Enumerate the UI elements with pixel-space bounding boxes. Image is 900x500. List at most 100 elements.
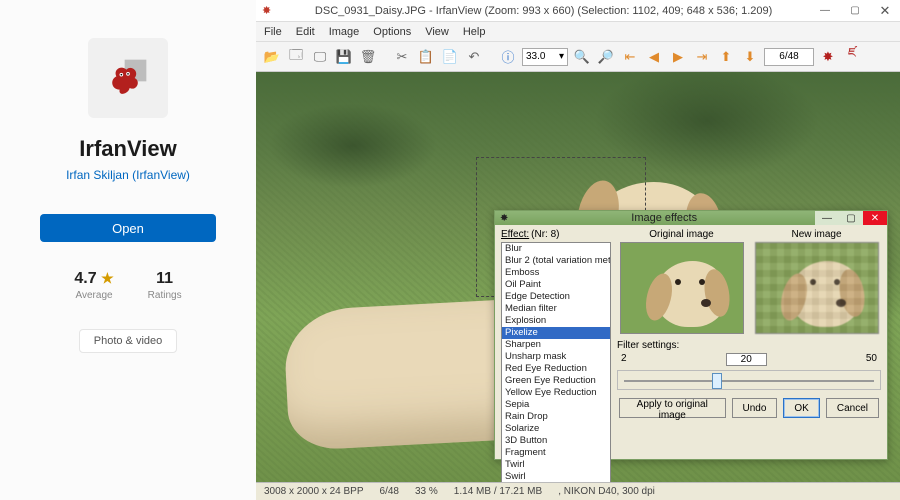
- effect-item[interactable]: 3D Button: [502, 435, 610, 447]
- chevron-down-icon: ▾: [559, 51, 564, 62]
- info-icon[interactable]: ⓘ: [498, 47, 518, 67]
- ratings-count-stat[interactable]: 11 Ratings: [148, 270, 182, 301]
- status-camera: , NIKON D40, 300 dpi: [558, 486, 655, 497]
- menu-help[interactable]: Help: [463, 26, 486, 38]
- window-title: DSC_0931_Daisy.JPG - IrfanView (Zoom: 99…: [277, 5, 810, 17]
- store-panel: IrfanView Irfan Skiljan (IrfanView) Open…: [0, 0, 256, 500]
- effect-item[interactable]: Explosion: [502, 315, 610, 327]
- rating-label: Average: [74, 290, 113, 301]
- app-publisher[interactable]: Irfan Skiljan (IrfanView): [66, 168, 190, 182]
- effect-item[interactable]: Blur: [502, 243, 610, 255]
- open-button[interactable]: Open: [40, 214, 216, 242]
- ok-button[interactable]: OK: [783, 398, 819, 418]
- maximize-button[interactable]: ▢: [840, 2, 870, 20]
- dialog-maximize-button[interactable]: ▢: [839, 211, 863, 225]
- prev-dir-icon[interactable]: ⬆: [716, 47, 736, 67]
- slider-thumb[interactable]: [712, 373, 722, 389]
- copy-icon[interactable]: 📋: [416, 47, 436, 67]
- status-filesize: 1.14 MB / 17.21 MB: [454, 486, 542, 497]
- close-button[interactable]: ✕: [870, 2, 900, 20]
- effect-item[interactable]: Fragment: [502, 447, 610, 459]
- star-icon: ★: [101, 270, 114, 286]
- category-badge[interactable]: Photo & video: [79, 329, 178, 353]
- effect-item[interactable]: Yellow Eye Reduction: [502, 387, 610, 399]
- menu-image[interactable]: Image: [329, 26, 360, 38]
- new-preview: [755, 242, 879, 334]
- prev-icon[interactable]: ◀: [644, 47, 664, 67]
- original-preview: [620, 242, 744, 334]
- app-splat-icon: ✸: [262, 4, 271, 17]
- effect-label: Effect: (Nr: 8): [501, 229, 611, 240]
- apply-to-original-button[interactable]: Apply to original image: [619, 398, 726, 418]
- zoom-in-icon[interactable]: 🔎: [596, 47, 616, 67]
- rating-stat[interactable]: 4.7 ★ Average: [74, 270, 113, 301]
- new-image-label: New image: [791, 229, 841, 240]
- next-page-icon[interactable]: ⇥: [692, 47, 712, 67]
- thumbnails-icon[interactable]: 🗔: [286, 47, 306, 67]
- cancel-button[interactable]: Cancel: [826, 398, 879, 418]
- app-name: IrfanView: [79, 136, 176, 162]
- menu-edit[interactable]: Edit: [296, 26, 315, 38]
- cut-icon[interactable]: ✂: [392, 47, 412, 67]
- effect-item[interactable]: Emboss: [502, 267, 610, 279]
- filter-slider[interactable]: [617, 370, 881, 390]
- slideshow-icon[interactable]: 🖵: [310, 47, 330, 67]
- effect-item[interactable]: Red Eye Reduction: [502, 363, 610, 375]
- undo-icon[interactable]: ↶: [464, 47, 484, 67]
- ratings-count-label: Ratings: [148, 290, 182, 301]
- effects-listbox[interactable]: BlurBlur 2 (total variation method)Embos…: [501, 242, 611, 482]
- effect-item[interactable]: Unsharp mask: [502, 351, 610, 363]
- open-icon[interactable]: 📂: [262, 47, 282, 67]
- stats-row: 4.7 ★ Average 11 Ratings: [74, 270, 181, 301]
- slider-value-field[interactable]: 20: [726, 353, 767, 366]
- effect-item[interactable]: Solarize: [502, 423, 610, 435]
- menu-options[interactable]: Options: [373, 26, 411, 38]
- original-image-label: Original image: [649, 229, 713, 240]
- effect-item[interactable]: Green Eye Reduction: [502, 375, 610, 387]
- menu-file[interactable]: File: [264, 26, 282, 38]
- dialog-splat-icon: ✸: [500, 213, 508, 224]
- effect-item[interactable]: Rain Drop: [502, 411, 610, 423]
- dialog-titlebar[interactable]: ✸ Image effects — ▢ ✕: [495, 211, 887, 225]
- save-icon[interactable]: 💾: [334, 47, 354, 67]
- zoom-out-icon[interactable]: 🔍: [572, 47, 592, 67]
- image-canvas[interactable]: ✸ Image effects — ▢ ✕ Effect: (Nr: 8) Bl…: [256, 72, 900, 482]
- slider-max: 50: [866, 353, 877, 366]
- effect-item[interactable]: Blur 2 (total variation method): [502, 255, 610, 267]
- next-dir-icon[interactable]: ⬇: [740, 47, 760, 67]
- effect-item[interactable]: Edge Detection: [502, 291, 610, 303]
- filter-settings-label: Filter settings:: [617, 340, 881, 351]
- image-effects-dialog: ✸ Image effects — ▢ ✕ Effect: (Nr: 8) Bl…: [494, 210, 888, 460]
- menu-view[interactable]: View: [425, 26, 449, 38]
- effect-item[interactable]: Sharpen: [502, 339, 610, 351]
- toolbar: 📂 🗔 🖵 💾 🗑 ✂ 📋 📄 ↶ ⓘ 33.0▾ 🔍 🔎 ⇤ ◀ ▶ ⇥ ⬆ …: [256, 42, 900, 72]
- dialog-minimize-button[interactable]: —: [815, 211, 839, 225]
- minimize-button[interactable]: —: [810, 2, 840, 20]
- status-dimensions: 3008 x 2000 x 24 BPP: [264, 486, 364, 497]
- dialog-title: Image effects: [513, 212, 815, 224]
- zoom-select[interactable]: 33.0▾: [522, 48, 568, 66]
- effect-item[interactable]: Median filter: [502, 303, 610, 315]
- prev-page-icon[interactable]: ⇤: [620, 47, 640, 67]
- app-icon-tile: [88, 38, 168, 118]
- effect-item[interactable]: Twirl: [502, 459, 610, 471]
- undo-button[interactable]: Undo: [732, 398, 778, 418]
- rating-value: 4.7: [74, 270, 96, 287]
- slider-min: 2: [621, 353, 627, 366]
- image-index-field[interactable]: 6/48: [764, 48, 814, 66]
- effect-item[interactable]: Swirl: [502, 471, 610, 482]
- next-icon[interactable]: ▶: [668, 47, 688, 67]
- paste-icon[interactable]: 📄: [440, 47, 460, 67]
- menubar: File Edit Image Options View Help: [256, 22, 900, 42]
- effect-item[interactable]: Sepia: [502, 399, 610, 411]
- statusbar: 3008 x 2000 x 24 BPP 6/48 33 % 1.14 MB /…: [256, 482, 900, 500]
- irfanview-splat-icon: [103, 53, 153, 103]
- delete-icon[interactable]: 🗑: [358, 47, 378, 67]
- about-splat-icon[interactable]: ✸: [818, 47, 838, 67]
- dialog-close-button[interactable]: ✕: [863, 211, 887, 225]
- about-cat-icon[interactable]: ཛ: [842, 47, 862, 67]
- effect-item[interactable]: Oil Paint: [502, 279, 610, 291]
- status-index: 6/48: [380, 486, 399, 497]
- ratings-count-value: 11: [148, 270, 182, 288]
- effect-item[interactable]: Pixelize: [502, 327, 610, 339]
